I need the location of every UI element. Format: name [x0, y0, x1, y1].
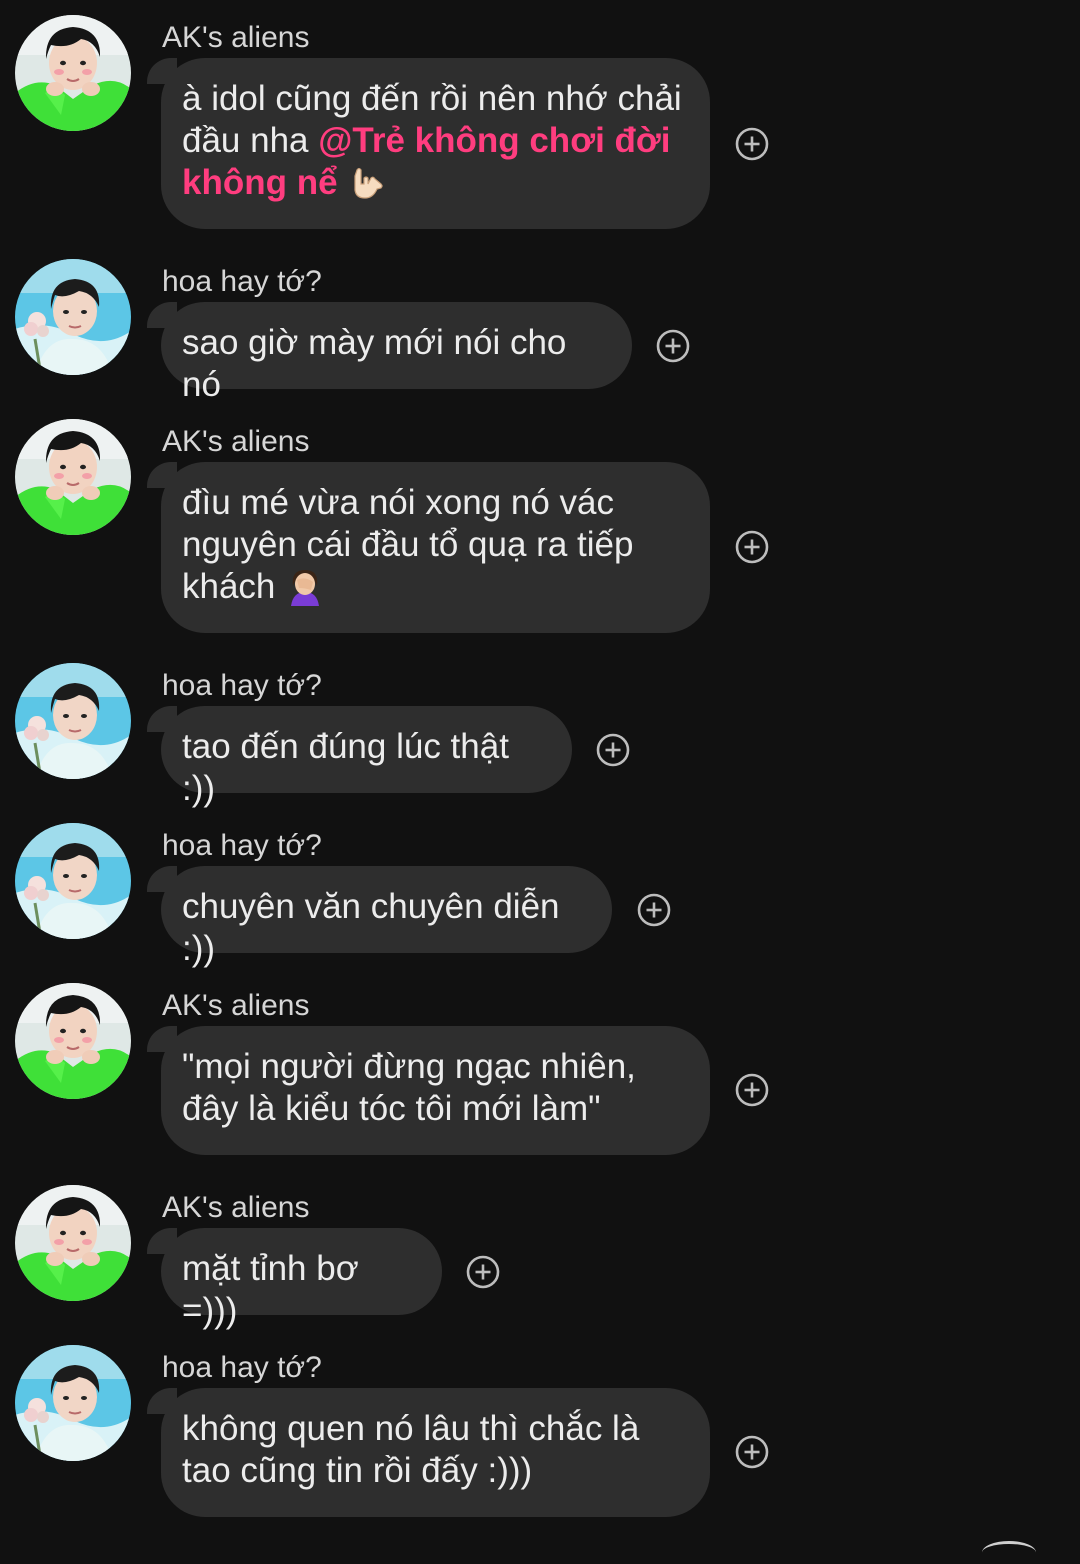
love-you-gesture-emoji-icon: [347, 162, 387, 202]
message-text: đìu mé vừa nói xong nó vác: [182, 483, 615, 522]
message-bubble[interactable]: tao đến đúng lúc thật :)): [147, 706, 572, 808]
message-bubble[interactable]: sao giờ mày mới nói cho nó: [147, 302, 632, 404]
message-text: khách: [182, 567, 286, 606]
bubble-tail: [147, 1026, 177, 1052]
message-text: sao giờ mày mới nói cho nó: [182, 323, 567, 404]
avatar[interactable]: [15, 15, 131, 131]
add-reaction-icon[interactable]: [656, 329, 690, 363]
bubble-tail: [147, 1388, 177, 1414]
sender-name: hoa hay tớ?: [162, 265, 322, 298]
add-reaction-icon[interactable]: [735, 1073, 769, 1107]
message-bubble[interactable]: không quen nó lâu thì chắc là tao cũng t…: [147, 1388, 710, 1517]
avatar[interactable]: [15, 823, 131, 939]
add-reaction-icon[interactable]: [637, 893, 671, 927]
partial-avatar-edge: [982, 1541, 1036, 1564]
message-text: tao đến đúng lúc thật :)): [182, 727, 509, 808]
message-bubble[interactable]: chuyên văn chuyên diễn :)): [147, 866, 612, 968]
avatar[interactable]: [15, 663, 131, 779]
message-text: "mọi người đừng ngạc nhiên,: [182, 1047, 636, 1086]
sender-name: hoa hay tớ?: [162, 829, 322, 862]
sender-name: hoa hay tớ?: [162, 1351, 322, 1384]
avatar[interactable]: [15, 259, 131, 375]
sender-name: AK's aliens: [162, 1191, 310, 1224]
avatar[interactable]: [15, 983, 131, 1099]
bubble-tail: [147, 58, 177, 84]
add-reaction-icon[interactable]: [735, 530, 769, 564]
add-reaction-icon[interactable]: [735, 1435, 769, 1469]
bubble-tail: [147, 302, 177, 328]
green-shirt-avatar-image: [15, 15, 131, 131]
pool-boy-avatar-image: [15, 259, 131, 375]
bubble-tail: [147, 706, 177, 732]
chat-thread: AK's aliens à idol cũng đến rồi nên nhớ …: [0, 0, 1080, 1551]
message-text: không quen nó lâu thì chắc là: [182, 1409, 640, 1448]
sender-name: AK's aliens: [162, 989, 310, 1022]
green-shirt-avatar-image: [15, 1185, 131, 1301]
message-text: nguyên cái đầu tổ quạ ra tiếp: [182, 525, 634, 564]
avatar[interactable]: [15, 1345, 131, 1461]
avatar[interactable]: [15, 1185, 131, 1301]
mention-link[interactable]: @Trẻ không chơi đời: [318, 121, 670, 160]
sender-name: hoa hay tớ?: [162, 669, 322, 702]
green-shirt-avatar-image: [15, 419, 131, 535]
bubble-tail: [147, 866, 177, 892]
add-reaction-icon[interactable]: [735, 127, 769, 161]
pool-boy-avatar-image: [15, 663, 131, 779]
message-bubble[interactable]: "mọi người đừng ngạc nhiên, đây là kiểu …: [147, 1026, 710, 1155]
facepalm-emoji-icon: [285, 566, 325, 606]
bubble-tail: [147, 462, 177, 488]
green-shirt-avatar-image: [15, 983, 131, 1099]
sender-name: AK's aliens: [162, 21, 310, 54]
sender-name: AK's aliens: [162, 425, 310, 458]
message-bubble[interactable]: đìu mé vừa nói xong nó vác nguyên cái đầ…: [147, 462, 710, 633]
message-bubble[interactable]: mặt tỉnh bơ =))): [147, 1228, 442, 1330]
message-text: à idol cũng đến rồi nên nhớ chải: [182, 79, 682, 118]
mention-link[interactable]: không nể: [182, 163, 338, 202]
message-text: tao cũng tin rồi đấy :))): [182, 1451, 533, 1490]
bubble-tail: [147, 1228, 177, 1254]
message-text: mặt tỉnh bơ =))): [182, 1249, 359, 1330]
message-text: chuyên văn chuyên diễn :)): [182, 887, 560, 968]
add-reaction-icon[interactable]: [466, 1255, 500, 1289]
pool-boy-avatar-image: [15, 823, 131, 939]
message-text: đầu nha: [182, 121, 319, 160]
add-reaction-icon[interactable]: [596, 733, 630, 767]
pool-boy-avatar-image: [15, 1345, 131, 1461]
message-bubble[interactable]: à idol cũng đến rồi nên nhớ chải đầu nha…: [147, 58, 710, 229]
message-text: đây là kiểu tóc tôi mới làm": [182, 1089, 601, 1128]
avatar[interactable]: [15, 419, 131, 535]
